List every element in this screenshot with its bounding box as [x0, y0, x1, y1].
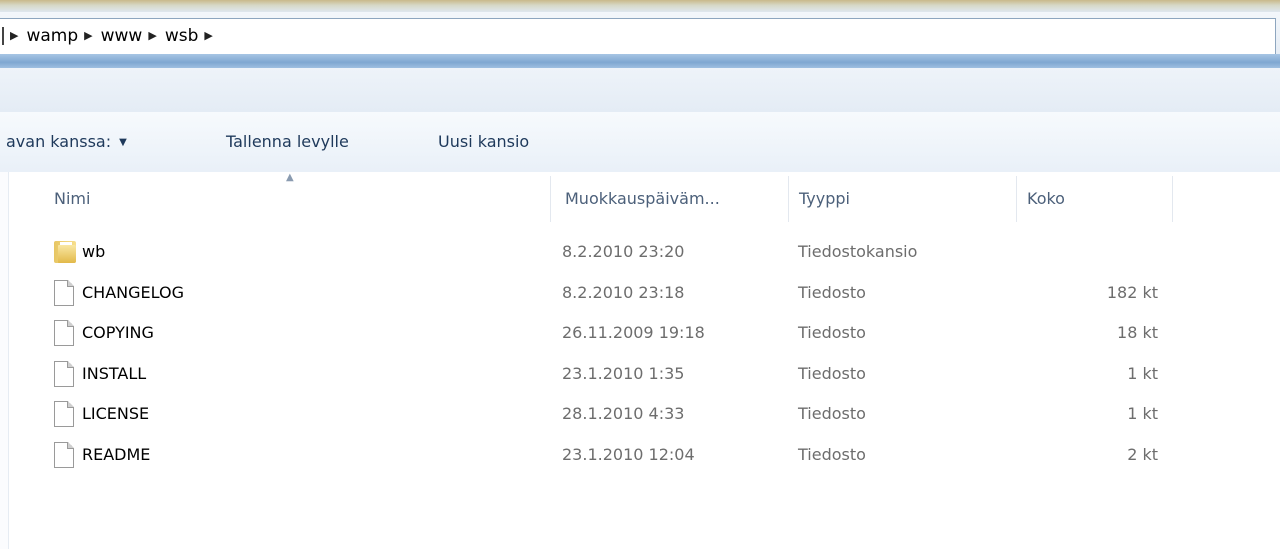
- column-size-label: Koko: [1027, 189, 1065, 208]
- file-name: LICENSE: [82, 404, 150, 423]
- menu-band: [0, 68, 1280, 113]
- file-name: CHANGELOG: [82, 282, 184, 302]
- file-name: COPYING: [82, 323, 154, 342]
- list-item[interactable]: README 23.1.2010 12:04 Tiedosto 2 kt: [8, 437, 1280, 478]
- share-with-button[interactable]: avan kanssa: ▼: [6, 132, 127, 151]
- address-bar-region: ▶ wamp ▶ www ▶ wsb ▶: [0, 12, 1280, 58]
- list-item[interactable]: CHANGELOG 8.2.2010 23:18 Tiedosto 182 kt: [8, 275, 1280, 316]
- new-folder-button[interactable]: Uusi kansio: [438, 132, 529, 151]
- file-type: Tiedostokansio: [798, 242, 918, 261]
- file-icon: [54, 360, 74, 387]
- file-icon: [54, 441, 74, 468]
- file-size: 182 kt: [1106, 282, 1158, 302]
- file-icon: [54, 279, 74, 306]
- file-type: Tiedosto: [798, 282, 866, 302]
- file-list: wb 8.2.2010 23:20 Tiedostokansio CHANGEL…: [8, 234, 1280, 477]
- chevron-right-icon[interactable]: ▶: [10, 29, 18, 42]
- column-header-type[interactable]: Tyyppi: [789, 172, 1017, 228]
- file-size: 18 kt: [1117, 323, 1158, 342]
- file-date: 23.1.2010 12:04: [562, 444, 695, 464]
- column-divider[interactable]: [1172, 176, 1173, 222]
- file-date: 8.2.2010 23:18: [562, 282, 685, 302]
- file-name: wb: [82, 242, 106, 261]
- column-header: Nimi ▲ Muokkauspäiväm... Tyyppi Koko: [8, 172, 1280, 228]
- chevron-right-icon[interactable]: ▶: [84, 29, 92, 42]
- chevron-right-icon[interactable]: ▶: [204, 29, 212, 42]
- file-type: Tiedosto: [798, 323, 866, 342]
- file-size: 2 kt: [1127, 444, 1158, 464]
- file-date: 23.1.2010 1:35: [562, 363, 685, 383]
- address-bar[interactable]: ▶ wamp ▶ www ▶ wsb ▶: [0, 18, 1276, 58]
- chevron-down-icon: ▼: [119, 137, 127, 148]
- column-name-label: Nimi: [54, 189, 91, 208]
- column-type-label: Tyyppi: [799, 189, 850, 208]
- divider-band: [0, 54, 1280, 68]
- file-type: Tiedosto: [798, 363, 866, 383]
- column-header-name[interactable]: Nimi ▲: [8, 172, 551, 228]
- share-with-label: avan kanssa:: [6, 132, 112, 151]
- column-header-size[interactable]: Koko: [1017, 172, 1173, 228]
- file-size: 1 kt: [1127, 363, 1158, 383]
- breadcrumb-item-wsb[interactable]: wsb: [165, 26, 199, 46]
- list-item[interactable]: COPYING 26.11.2009 19:18 Tiedosto 18 kt: [8, 315, 1280, 356]
- file-date: 28.1.2010 4:33: [562, 404, 685, 423]
- file-type: Tiedosto: [798, 444, 866, 464]
- file-icon: [54, 320, 74, 346]
- list-item[interactable]: LICENSE 28.1.2010 4:33 Tiedosto 1 kt: [8, 396, 1280, 437]
- file-type: Tiedosto: [798, 404, 866, 423]
- chevron-right-icon[interactable]: ▶: [148, 29, 156, 42]
- column-header-date[interactable]: Muokkauspäiväm...: [551, 172, 789, 228]
- breadcrumb: ▶ wamp ▶ www ▶ wsb ▶: [0, 26, 221, 46]
- file-name: INSTALL: [82, 363, 147, 383]
- file-size: 1 kt: [1127, 404, 1158, 423]
- list-item[interactable]: INSTALL 23.1.2010 1:35 Tiedosto 1 kt: [8, 356, 1280, 397]
- sort-ascending-icon: ▲: [286, 172, 294, 183]
- window-titlebar: [0, 0, 1280, 12]
- breadcrumb-edge: [2, 27, 4, 45]
- breadcrumb-item-www[interactable]: www: [101, 26, 143, 46]
- file-icon: [54, 401, 74, 427]
- file-name: README: [82, 444, 151, 464]
- command-bar: avan kanssa: ▼ Tallenna levylle Uusi kans…: [0, 112, 1280, 173]
- file-date: 8.2.2010 23:20: [562, 242, 685, 261]
- column-date-label: Muokkauspäiväm...: [565, 189, 720, 208]
- list-item[interactable]: wb 8.2.2010 23:20 Tiedostokansio: [8, 234, 1280, 275]
- breadcrumb-item-wamp[interactable]: wamp: [26, 26, 78, 46]
- burn-button[interactable]: Tallenna levylle: [226, 132, 349, 151]
- file-date: 26.11.2009 19:18: [562, 323, 705, 342]
